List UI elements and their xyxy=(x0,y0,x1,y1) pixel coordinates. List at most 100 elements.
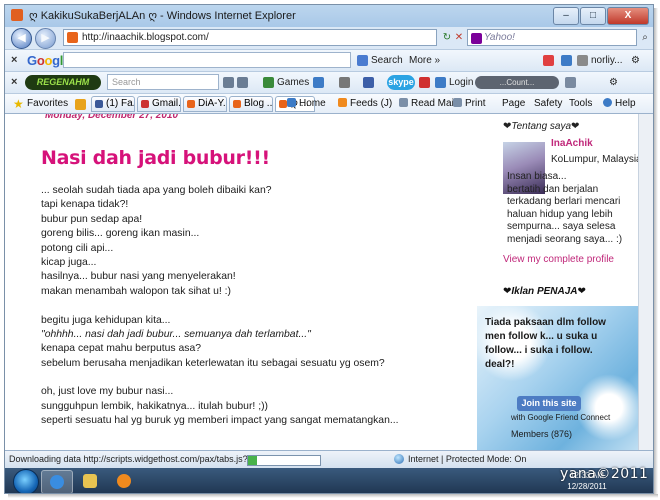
folder-icon xyxy=(83,474,97,488)
home-button[interactable]: Home xyxy=(287,98,326,109)
security-zone[interactable]: Internet | Protected Mode: On xyxy=(408,454,526,464)
favorites-button[interactable]: Favorites xyxy=(27,98,68,109)
vertical-scrollbar[interactable] xyxy=(638,114,653,450)
taskbar-ie[interactable] xyxy=(41,470,73,493)
text-line: sebelum berusaha menjadikan keterlewatan… xyxy=(41,357,385,369)
chat-icon[interactable] xyxy=(363,77,374,88)
taskbar: 12:33 AM 12/28/2011 xyxy=(5,468,653,493)
post-body: ... seolah sudah tiada apa yang boleh di… xyxy=(41,184,481,429)
friend-connect-label: with Google Friend Connect xyxy=(511,413,611,422)
loading-progress-fill xyxy=(248,456,257,465)
text-line: seperti sesuatu hal yg buruk yg memberi … xyxy=(41,415,399,427)
address-bar[interactable]: http://inaachik.blogspot.com/ xyxy=(63,29,437,46)
tools-menu[interactable]: Tools xyxy=(569,98,592,109)
members-count[interactable]: Members (876) xyxy=(511,429,572,439)
radio-player[interactable]: ...Count... xyxy=(475,76,559,89)
search-placeholder[interactable]: Yahoo! xyxy=(484,32,515,43)
google-search-input[interactable] xyxy=(63,52,351,68)
text-line: haluan hidup yang lebih xyxy=(507,208,613,220)
regenahm-logo: REGENAHM xyxy=(25,75,101,90)
text-line: bertatih dan berjalan xyxy=(507,183,599,195)
tab-facebook[interactable]: (1) Fa... xyxy=(91,96,135,112)
wrench-icon-2[interactable]: ⚙ xyxy=(609,77,618,88)
radio-count-label: ...Count... xyxy=(499,78,535,87)
address-url[interactable]: http://inaachik.blogspot.com/ xyxy=(82,32,209,43)
minimize-button[interactable]: – xyxy=(553,7,579,25)
regenahm-toolbar: × REGENAHM Search Games skype Login ...C… xyxy=(5,71,653,93)
play-icon[interactable] xyxy=(237,77,248,88)
more-button[interactable]: More » xyxy=(409,55,440,66)
close-toolbar-icon-2[interactable]: × xyxy=(11,76,17,88)
login-button[interactable]: Login xyxy=(449,77,473,88)
volume-icon[interactable] xyxy=(565,77,576,88)
help-icon xyxy=(603,98,612,107)
print-label: Print xyxy=(465,98,486,109)
back-button[interactable]: ◀ xyxy=(11,28,32,49)
window-controls: – □ X xyxy=(553,7,649,25)
profile-name[interactable]: InaAchik xyxy=(551,138,593,149)
feeds-label: Feeds (J) xyxy=(350,98,393,109)
text-line: hasilnya... bubur nasi yang menyelerakan… xyxy=(41,271,236,283)
wrench-icon[interactable]: ⚙ xyxy=(631,55,640,66)
post-title[interactable]: Nasi dah jadi bubur!!! xyxy=(41,147,270,169)
home-label: Home xyxy=(299,98,326,109)
google-search-button[interactable]: Search xyxy=(371,55,403,66)
close-button[interactable]: X xyxy=(607,7,649,25)
text-line: sungguhpun lembik, hakikatnya... itulah … xyxy=(41,400,268,412)
skype-button[interactable]: skype xyxy=(387,75,415,90)
loading-progress xyxy=(247,455,321,466)
status-text: Downloading data http://scripts.widgetho… xyxy=(9,454,278,464)
search-go-icon[interactable] xyxy=(223,77,234,88)
regen-search-input[interactable]: Search xyxy=(107,74,219,90)
blogger-icon xyxy=(233,100,241,108)
tab-diary[interactable]: DiA-Y... xyxy=(183,96,227,112)
search-magnifier-icon[interactable]: ⌕ xyxy=(637,30,653,45)
help-button[interactable]: Help xyxy=(603,98,636,109)
ie-icon xyxy=(50,475,64,489)
google-toolbar: × Google Search More » norliy... ⚙ xyxy=(5,49,653,71)
bookmark-icon[interactable] xyxy=(561,55,572,66)
profile-location: KoLumpur, Malaysia xyxy=(551,154,642,165)
text-line: Insan biasa... xyxy=(507,171,567,182)
safety-menu[interactable]: Safety xyxy=(534,98,562,109)
tab-blog[interactable]: Blog ... xyxy=(229,96,273,112)
search-box[interactable]: Yahoo! xyxy=(467,29,637,46)
yahoo-icon xyxy=(471,33,482,44)
text-line: deal?! xyxy=(485,359,515,370)
print-button[interactable]: Print xyxy=(453,98,486,109)
help-label: Help xyxy=(615,98,636,109)
forward-button[interactable]: ▶ xyxy=(35,28,56,49)
user-menu[interactable]: norliy... xyxy=(591,55,623,66)
page-menu[interactable]: Page xyxy=(502,98,525,109)
login-icon xyxy=(435,77,446,88)
tab-label: DiA-Y... xyxy=(198,98,226,109)
taskbar-explorer[interactable] xyxy=(75,470,105,492)
text-line: sempurna... saya selesa xyxy=(507,221,616,233)
stop-icon[interactable]: ✕ xyxy=(451,30,467,45)
taskbar-media-player[interactable] xyxy=(109,470,139,492)
maximize-button[interactable]: □ xyxy=(580,7,606,25)
globe-icon xyxy=(394,454,404,464)
close-toolbar-icon[interactable]: × xyxy=(11,54,17,66)
text-line xyxy=(41,371,481,385)
view-profile-link[interactable]: View my complete profile xyxy=(503,254,614,265)
read-mail-button[interactable]: Read Mail xyxy=(399,98,456,109)
page-favicon xyxy=(67,32,78,43)
gmail-icon xyxy=(141,100,149,108)
post-date: Monday, December 27, 2010 xyxy=(45,113,179,121)
games-menu[interactable]: Games xyxy=(277,77,309,88)
text-line: follow... i suka i follow. xyxy=(485,345,593,356)
text-line: "ohhhh... nasi dah jadi bubur... semuany… xyxy=(41,328,311,340)
notification-icon[interactable] xyxy=(543,55,554,66)
grid-icon[interactable] xyxy=(313,77,324,88)
feeds-button[interactable]: Feeds (J) xyxy=(338,98,392,109)
watermark: yana©2011 xyxy=(560,466,649,482)
user-icon[interactable] xyxy=(577,55,588,66)
youtube-icon[interactable] xyxy=(419,77,430,88)
join-site-button[interactable]: Join this site xyxy=(517,396,581,411)
start-button[interactable] xyxy=(13,469,39,493)
tab-gmail[interactable]: Gmail... xyxy=(137,96,181,112)
favorites-add-icon[interactable] xyxy=(75,99,86,110)
text-line: bubur pun sedap apa! xyxy=(41,213,143,225)
photo-icon[interactable] xyxy=(339,77,350,88)
